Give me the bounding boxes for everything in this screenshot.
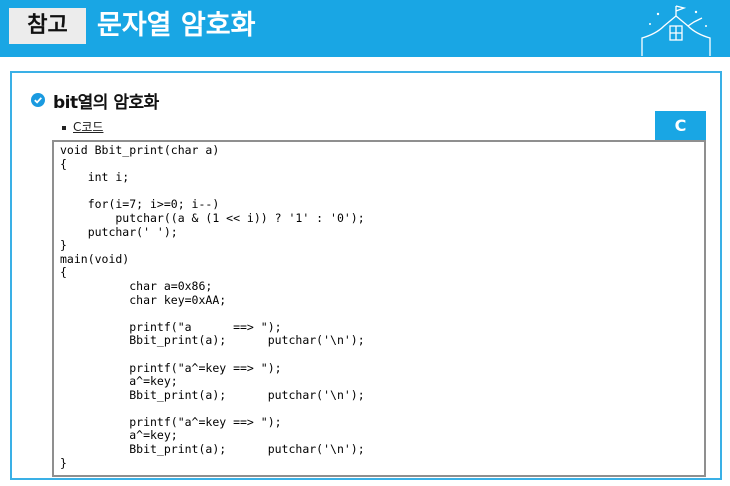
page-title: 문자열 암호화: [97, 10, 256, 41]
reference-badge: 참고: [9, 8, 86, 44]
bullet-label: C코드: [73, 120, 104, 134]
header-bar: 참고 문자열 암호화: [0, 0, 730, 57]
section-title: bit열의 암호화: [53, 93, 159, 113]
language-tab: C: [655, 111, 706, 140]
check-circle-icon: [31, 93, 45, 107]
school-building-icon: [641, 5, 711, 56]
bullet-marker: [62, 126, 66, 130]
code-block: void Bbit_print(char a) { int i; for(i=7…: [52, 140, 706, 477]
code-text: void Bbit_print(char a) { int i; for(i=7…: [60, 143, 365, 470]
